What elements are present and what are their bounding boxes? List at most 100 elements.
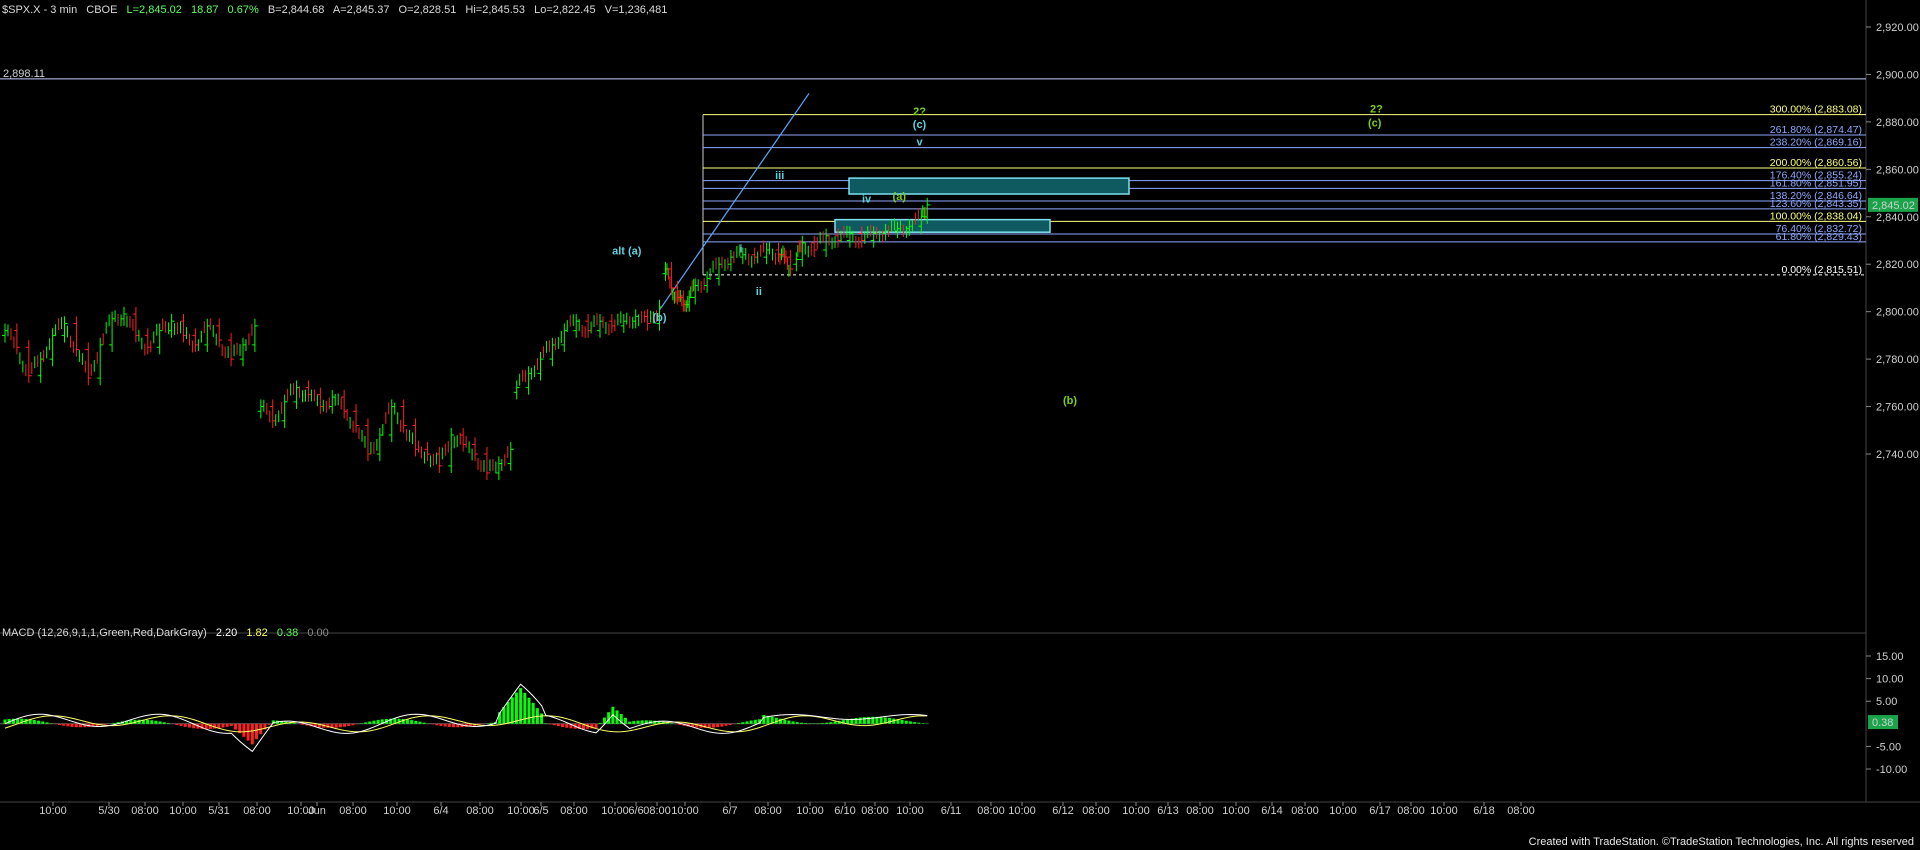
time-tick-label: 6/10 xyxy=(834,805,855,817)
time-tick-label: 6/12 xyxy=(1052,805,1073,817)
price-tick-label: 2,900.00 xyxy=(1876,69,1919,81)
macd-tick-label: -10.00 xyxy=(1876,764,1907,776)
fib-level-label: 100.00% (2,838.04) xyxy=(1770,210,1862,222)
time-tick-label: 6/13 xyxy=(1157,805,1178,817)
time-tick-label: 10:00 xyxy=(671,805,699,817)
price-tick-label: 2,860.00 xyxy=(1876,164,1919,176)
wave-label: (b) xyxy=(652,312,666,324)
fib-level-label: 200.00% (2,860.56) xyxy=(1770,157,1862,169)
time-tick-label: 6/6 xyxy=(628,805,643,817)
time-tick-label: 08:00 xyxy=(1507,805,1535,817)
header-low: Lo=2,822.45 xyxy=(534,4,595,16)
time-tick-label: 10:00 xyxy=(39,805,67,817)
fib-level-label: 261.80% (2,874.47) xyxy=(1770,124,1862,136)
time-tick-label: 6/5 xyxy=(533,805,548,817)
time-tick-label: 10:00 xyxy=(796,805,824,817)
wave-label: i xyxy=(739,243,742,255)
time-tick-label: 10:00 xyxy=(601,805,629,817)
time-tick-label: 10:00 xyxy=(1329,805,1357,817)
last-price-label: 2,845.02 xyxy=(1872,200,1915,212)
time-tick-label: 08:00 xyxy=(1186,805,1214,817)
macd-tick-label: -5.00 xyxy=(1876,741,1901,753)
time-tick-label: 08:00 xyxy=(643,805,671,817)
time-tick-label: Jun xyxy=(308,805,326,817)
time-tick-label: 08:00 xyxy=(861,805,889,817)
macd-tick-label: 10.00 xyxy=(1876,674,1904,686)
macd-tick-label: 5.00 xyxy=(1876,696,1897,708)
time-tick-label: 08:00 xyxy=(560,805,588,817)
wave-label: (a) xyxy=(893,191,907,203)
time-tick-label: 08:00 xyxy=(977,805,1005,817)
price-tick-label: 2,740.00 xyxy=(1876,449,1919,461)
header-change: 18.87 xyxy=(191,4,219,16)
macd-tick-label: 15.00 xyxy=(1876,651,1904,663)
fib-level-label: 300.00% (2,883.08) xyxy=(1770,104,1862,116)
time-tick-label: 08:00 xyxy=(1397,805,1425,817)
header-change-pct: 0.67% xyxy=(228,4,259,16)
time-tick-label: 08:00 xyxy=(131,805,159,817)
time-tick-label: 10:00 xyxy=(1122,805,1150,817)
footer-credit: Created with TradeStation. ©TradeStation… xyxy=(1528,836,1914,848)
chart-canvas[interactable]: $SPX.X - 3 min CBOE L=2,845.02 18.87 0.6… xyxy=(0,0,1920,850)
header-open: O=2,828.51 xyxy=(399,4,457,16)
header-high: Hi=2,845.53 xyxy=(465,4,525,16)
time-tick-label: 10:00 xyxy=(507,805,535,817)
macd-zero: 0.00 xyxy=(307,627,328,639)
fib-level-label: 123.60% (2,843.35) xyxy=(1770,198,1862,210)
fib-level-label: 238.20% (2,869.16) xyxy=(1770,137,1862,149)
time-tick-label: 08:00 xyxy=(243,805,271,817)
time-tick-label: 08:00 xyxy=(1082,805,1110,817)
wave-label: iv xyxy=(862,194,872,206)
header-bid: B=2,844.68 xyxy=(268,4,325,16)
time-tick-label: 10:00 xyxy=(383,805,411,817)
price-tick-label: 2,880.00 xyxy=(1876,117,1919,129)
macd-diff: 0.38 xyxy=(277,627,298,639)
wave-label: alt (a) xyxy=(612,246,642,258)
time-tick-label: 5/30 xyxy=(98,805,119,817)
price-tick-label: 2,820.00 xyxy=(1876,259,1919,271)
time-tick-label: 6/18 xyxy=(1473,805,1494,817)
macd-title-line: MACD (12,26,9,1,1,Green,Red,DarkGray) 2.… xyxy=(2,627,329,639)
fib-level-label: 0.00% (2,815.51) xyxy=(1781,264,1862,276)
price-tick-label: 2,920.00 xyxy=(1876,22,1919,34)
header-exchange: CBOE xyxy=(86,4,117,16)
time-tick-label: 08:00 xyxy=(466,805,494,817)
fib-level-label: 161.80% (2,851.95) xyxy=(1770,177,1862,189)
fib-level-label: 61.80% (2,829.43) xyxy=(1776,231,1862,243)
macd-value-label: 0.38 xyxy=(1872,717,1893,729)
time-tick-label: 5/31 xyxy=(208,805,229,817)
wave-label: ii xyxy=(756,286,762,298)
time-tick-label: 10:00 xyxy=(896,805,924,817)
resistance-label: 2,898.11 xyxy=(3,68,45,80)
price-tick-label: 2,840.00 xyxy=(1876,212,1919,224)
header-ask: A=2,845.37 xyxy=(333,4,390,16)
time-tick-label: 08:00 xyxy=(1291,805,1319,817)
time-tick-label: 10:00 xyxy=(1430,805,1458,817)
header-symbol: $SPX.X - 3 min xyxy=(2,4,77,16)
wave-label: iii xyxy=(775,170,784,182)
time-tick-label: 10:00 xyxy=(1222,805,1250,817)
wave-label: 2? xyxy=(1370,103,1383,115)
time-tick-label: 6/4 xyxy=(433,805,448,817)
header-volume: V=1,236,481 xyxy=(605,4,668,16)
wave-label: (c) xyxy=(913,119,927,131)
time-tick-label: 08:00 xyxy=(339,805,367,817)
macd-avg: 1.82 xyxy=(246,627,267,639)
wave-iii-target-box xyxy=(848,177,1130,195)
time-tick-label: 10:00 xyxy=(1008,805,1036,817)
header-last: L=2,845.02 xyxy=(127,4,182,16)
price-tick-label: 2,760.00 xyxy=(1876,402,1919,414)
wave-label: (b) xyxy=(1063,395,1077,407)
time-tick-label: 6/14 xyxy=(1261,805,1282,817)
macd-title: MACD (12,26,9,1,1,Green,Red,DarkGray) xyxy=(2,627,207,639)
price-tick-label: 2,800.00 xyxy=(1876,307,1919,319)
wave-label: 2? xyxy=(913,106,926,118)
wave-label: (c) xyxy=(1368,118,1382,130)
time-tick-label: 6/7 xyxy=(722,805,737,817)
price-tick-label: 2,780.00 xyxy=(1876,354,1919,366)
time-tick-label: 10:00 xyxy=(169,805,197,817)
macd-value: 2.20 xyxy=(216,627,237,639)
wave-label: v xyxy=(916,137,923,149)
time-tick-label: 08:00 xyxy=(754,805,782,817)
header-line: $SPX.X - 3 min CBOE L=2,845.02 18.87 0.6… xyxy=(2,4,667,16)
